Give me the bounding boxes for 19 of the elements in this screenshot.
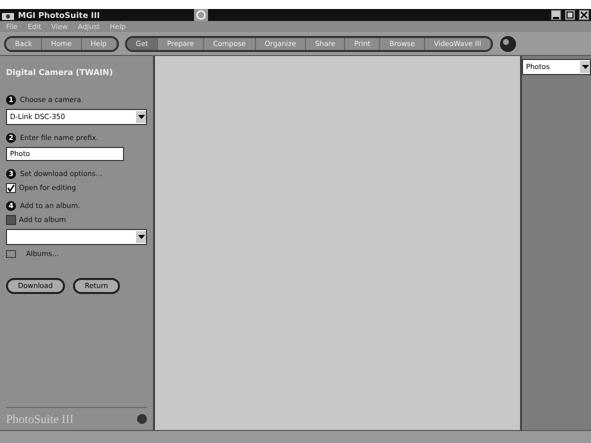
logo: PhotoSuite III: [6, 412, 74, 426]
refresh-icon[interactable]: [194, 9, 208, 21]
caret-icon: [138, 235, 144, 239]
panel-title: Digital Camera (TWAIN): [6, 67, 114, 79]
checkbox[interactable]: [6, 215, 16, 225]
sphere-icon: [137, 414, 147, 424]
caret-icon: [138, 115, 144, 119]
album-dropdown[interactable]: [6, 229, 147, 245]
close-button[interactable]: [579, 10, 589, 20]
sphere-icon[interactable]: [499, 34, 518, 52]
close-icon: [580, 11, 588, 19]
window-title: MGI PhotoSuite III: [18, 10, 100, 20]
minimize-button[interactable]: [551, 10, 561, 20]
caret-icon: [582, 65, 588, 69]
checkbox[interactable]: [6, 183, 16, 193]
camera-icon: [2, 10, 14, 20]
folder-icon: [6, 249, 16, 258]
restore-button[interactable]: [565, 10, 575, 20]
maximize-icon: [566, 11, 574, 19]
